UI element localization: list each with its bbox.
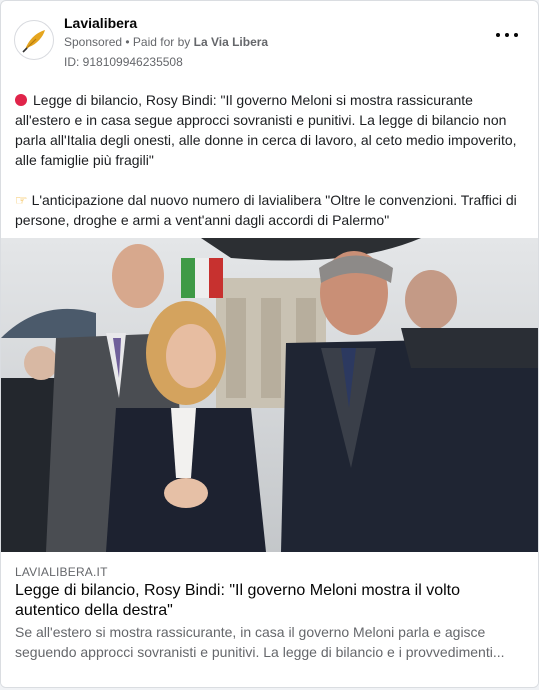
page-avatar[interactable] [14,20,54,60]
pointing-finger-icon: ☞ [15,192,28,208]
body-paragraph-2: ☞ L'anticipazione dal nuovo numero di lav… [15,190,527,230]
page-name[interactable]: Lavialibera [64,15,137,31]
body-paragraph-1-text: Legge di bilancio, Rosy Bindi: "Il gover… [15,92,517,168]
link-domain: LAVIALIBERA.IT [15,565,108,579]
link-description: Se all'estero si mostra rassicurante, in… [15,624,505,660]
quill-pen-icon [22,30,45,53]
sponsored-line: Sponsored • Paid for by La Via Libera [64,35,268,49]
body-paragraph-2-text: L'anticipazione dal nuovo numero di lavi… [15,192,517,228]
paid-by-name[interactable]: La Via Libera [194,35,268,49]
ad-card: Lavialibera Sponsored • Paid for by La V… [0,0,539,688]
paid-for-prefix: • Paid for by [122,35,194,49]
more-horizontal-icon[interactable] [496,27,518,43]
photo-illustration [1,238,538,552]
link-title[interactable]: Legge di bilancio, Rosy Bindi: "Il gover… [15,581,515,621]
library-id: ID: 918109946235508 [64,55,183,69]
link-preview[interactable]: LAVIALIBERA.IT Legge di bilancio, Rosy B… [1,552,538,687]
ad-body-text: Legge di bilancio, Rosy Bindi: "Il gover… [15,90,527,230]
red-circle-icon [15,94,27,106]
body-paragraph-1: Legge di bilancio, Rosy Bindi: "Il gover… [15,90,527,170]
sponsored-label: Sponsored [64,35,123,49]
ad-header: Lavialibera Sponsored • Paid for by La V… [1,1,538,81]
ad-photo[interactable] [1,238,538,552]
